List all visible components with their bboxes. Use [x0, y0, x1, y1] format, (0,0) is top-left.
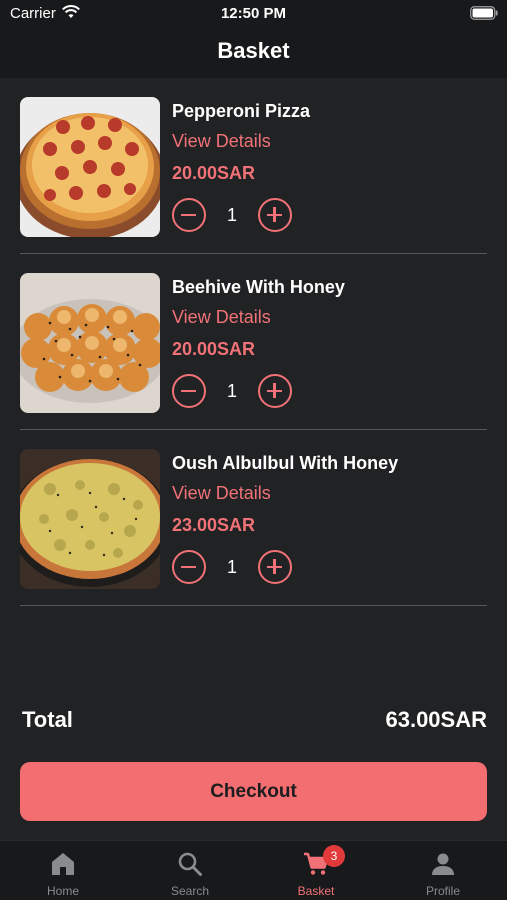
item-name: Pepperoni Pizza: [172, 101, 311, 121]
page-title: Basket: [217, 38, 290, 63]
decrease-quantity-button[interactable]: [172, 198, 206, 232]
total-value: 63.00SAR: [385, 707, 487, 732]
checkout-button[interactable]: Checkout: [20, 762, 487, 821]
decrease-quantity-button[interactable]: [172, 374, 206, 408]
tab-search[interactable]: Search: [127, 841, 253, 900]
basket-item: Beehive With Honey View Details 20.00SAR…: [20, 273, 487, 431]
minus-icon: [181, 389, 196, 392]
item-name: Oush Albulbul With Honey: [172, 453, 399, 473]
minus-icon: [181, 565, 196, 568]
item-image-pepperoni-pizza[interactable]: [20, 97, 160, 237]
quantity-value: 1: [226, 557, 237, 577]
basket-item: Pepperoni Pizza View Details 20.00SAR 1: [20, 97, 487, 255]
divider: [20, 429, 487, 430]
divider: [20, 253, 487, 254]
increase-quantity-button[interactable]: [258, 198, 292, 232]
quantity-value: 1: [226, 205, 237, 225]
item-price: 23.00SAR: [172, 515, 256, 535]
person-icon: [432, 853, 454, 875]
decrease-quantity-button[interactable]: [172, 550, 206, 584]
quantity-stepper: 1: [172, 550, 302, 584]
increase-quantity-button[interactable]: [258, 374, 292, 408]
item-image-beehive-bread[interactable]: [20, 273, 160, 413]
item-name: Beehive With Honey: [172, 277, 345, 297]
tab-label: Home: [46, 884, 79, 898]
quantity-stepper: 1: [172, 374, 302, 408]
quantity-stepper: 1: [172, 198, 302, 232]
view-details-link[interactable]: View Details: [172, 307, 271, 328]
tab-bar: Home Search 3 Basket Profile: [0, 840, 507, 900]
quantity-value: 1: [226, 381, 237, 401]
cart-count-badge: 3: [323, 845, 345, 867]
battery-icon: [470, 6, 498, 20]
total-label: Total: [22, 707, 73, 732]
home-icon: [52, 853, 74, 875]
divider: [20, 605, 487, 606]
tab-label: Search: [170, 884, 210, 898]
tab-profile[interactable]: Profile: [380, 841, 506, 900]
tab-label: Profile: [425, 884, 460, 898]
search-icon: [178, 852, 202, 876]
clock: 12:50 PM: [220, 5, 287, 22]
tab-home[interactable]: Home: [0, 841, 126, 900]
view-details-link[interactable]: View Details: [172, 131, 271, 152]
item-image-oush-albulbul[interactable]: [20, 449, 160, 589]
item-price: 20.00SAR: [172, 163, 256, 183]
navigation-bar: Basket: [0, 28, 507, 78]
increase-quantity-button[interactable]: [258, 550, 292, 584]
basket-item: Oush Albulbul With Honey View Details 23…: [20, 449, 487, 607]
minus-icon: [181, 213, 196, 216]
tab-basket[interactable]: 3 Basket: [253, 841, 379, 900]
tab-label: Basket: [297, 884, 335, 898]
view-details-link[interactable]: View Details: [172, 483, 271, 504]
status-bar: Carrier 12:50 PM: [0, 0, 507, 28]
item-price: 20.00SAR: [172, 339, 256, 359]
